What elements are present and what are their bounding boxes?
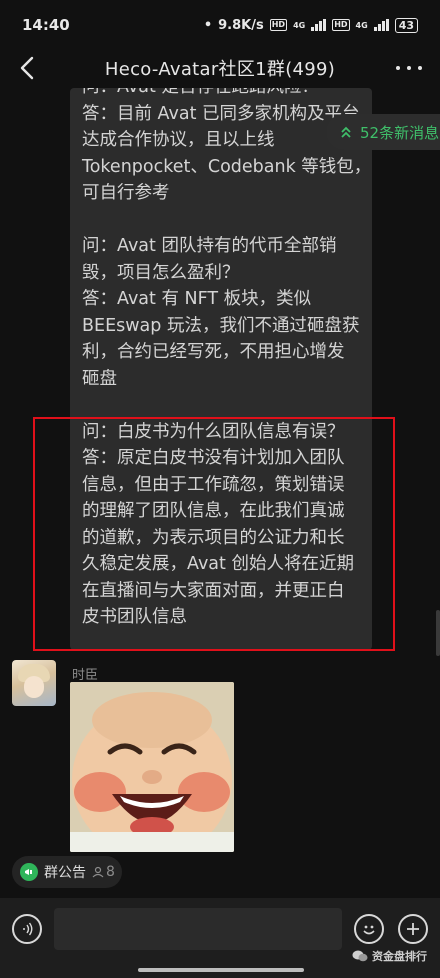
message-line: 毁，项目怎么盈利？	[82, 262, 240, 283]
message-line: 问：Avat 团队持有的代币全部销	[82, 236, 337, 256]
battery-icon: 43	[394, 17, 418, 33]
status-bar: 14:40 • 9.8K/s HD 4G HD 4G 43	[0, 0, 440, 50]
notice-bar: 群公告 8	[0, 848, 440, 898]
message-line: Tokenpocket、Codebank 等钱包，	[82, 156, 372, 177]
person-icon	[92, 866, 104, 878]
laughing-baby-sticker	[70, 682, 234, 852]
more-actions-button[interactable]	[398, 914, 428, 944]
wechat-logo-icon	[352, 950, 368, 962]
group-notice-label: 群公告	[44, 865, 86, 881]
group-notice-button[interactable]: 群公告 8	[12, 856, 122, 888]
hd-icon: HD	[269, 19, 288, 31]
net-speed: 9.8K/s	[218, 17, 264, 33]
voice-input-button[interactable]	[12, 914, 42, 944]
nav-bar: Heco-Avatar社区1群(499)	[0, 44, 440, 92]
hd-icon-2: HD	[332, 19, 350, 31]
network-a: 4G	[293, 20, 306, 30]
message-input[interactable]	[54, 908, 342, 950]
watermark: 资金盘排行	[352, 948, 427, 964]
sender-name: 时臣	[72, 668, 99, 683]
message-line: 问：Avat 是否存在跑路风险？	[82, 88, 372, 101]
status-indicators: • 9.8K/s HD 4G HD 4G 43	[203, 17, 418, 33]
notice-member-count: 8	[92, 864, 115, 880]
emoji-button[interactable]	[354, 914, 384, 944]
message-line: BEEswap 玩法，我们不通过砸盘获	[82, 315, 360, 336]
sticker-image[interactable]	[70, 682, 234, 852]
signal-icon-2	[373, 19, 389, 31]
avatar[interactable]	[12, 660, 56, 706]
message-line: 砸盘	[82, 368, 117, 389]
double-chevron-up-icon	[341, 126, 351, 138]
back-arrow-icon[interactable]	[14, 54, 42, 82]
plus-icon	[407, 923, 419, 935]
voice-icon	[23, 922, 33, 936]
chat-title: Heco-Avatar社区1群(499)	[104, 59, 336, 80]
new-messages-button[interactable]: 52条新消息	[326, 114, 440, 150]
message-line: 可自行参考	[82, 183, 170, 203]
megaphone-icon	[20, 863, 38, 881]
status-time: 14:40	[22, 16, 70, 34]
signal-icon	[311, 19, 327, 31]
more-options-icon[interactable]	[396, 56, 422, 80]
message-line: 利，合约已经写死，不用担心增发	[82, 342, 345, 362]
network-b: 4G	[355, 20, 368, 30]
new-messages-label: 52条新消息	[360, 123, 440, 142]
notice-count-value: 8	[106, 864, 115, 880]
scrollbar[interactable]	[436, 610, 440, 656]
highlight-annotation	[33, 417, 395, 651]
message-line: 答：Avat 有 NFT 板块，类似	[82, 289, 312, 309]
emoji-icon	[363, 925, 375, 935]
input-bar: 资金盘排行	[0, 898, 440, 978]
message-row: 时臣	[12, 660, 432, 852]
watermark-text: 资金盘排行	[372, 950, 427, 963]
dot-icon: •	[203, 17, 213, 33]
home-indicator[interactable]	[138, 968, 304, 972]
